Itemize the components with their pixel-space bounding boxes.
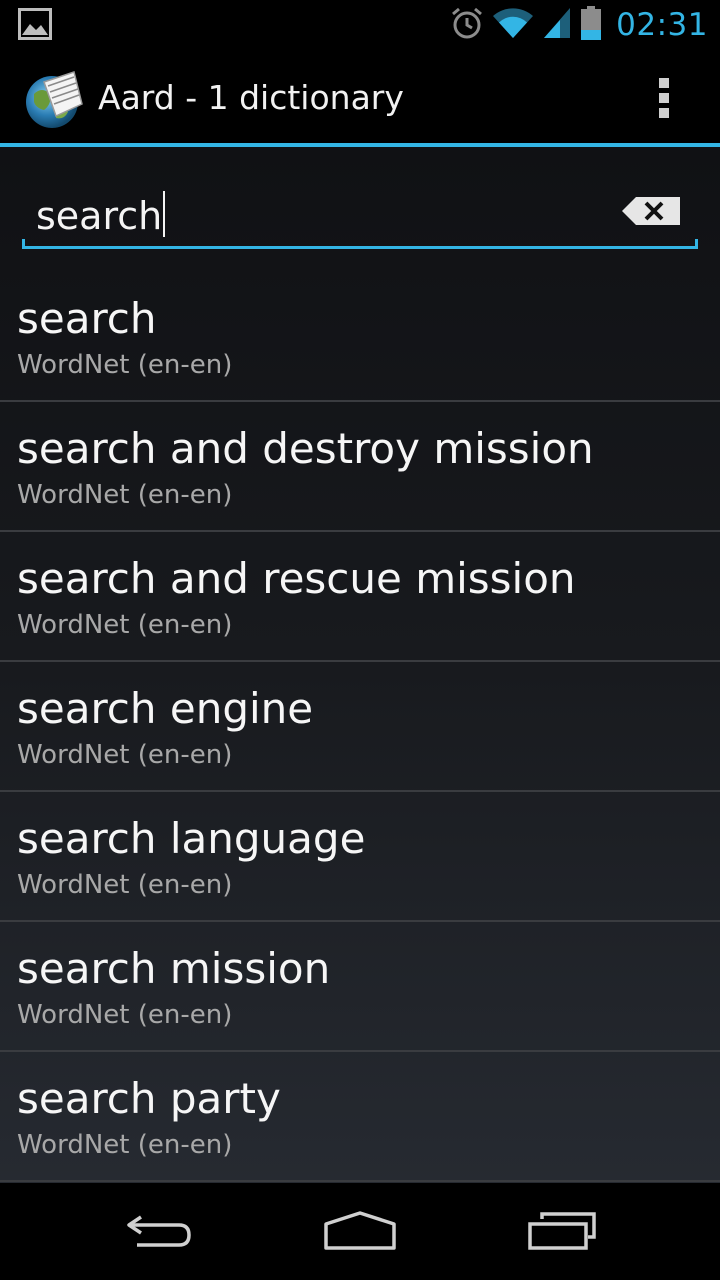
result-source: WordNet (en-en) <box>17 1130 233 1160</box>
alarm-icon <box>450 6 484 44</box>
aard-globe-book-icon[interactable] <box>22 64 88 130</box>
result-word: search language <box>17 814 366 863</box>
result-source: WordNet (en-en) <box>17 740 233 770</box>
home-icon[interactable] <box>300 1201 420 1261</box>
result-word: search and rescue mission <box>17 554 576 603</box>
result-source: WordNet (en-en) <box>17 1000 233 1030</box>
result-word: search party <box>17 1074 281 1123</box>
clear-text-icon[interactable] <box>622 195 684 227</box>
recent-apps-icon[interactable] <box>502 1201 622 1261</box>
action-bar: Aard - 1 dictionary <box>0 50 720 143</box>
search-underline-right-tick <box>695 239 698 249</box>
list-item[interactable]: search and destroy mission WordNet (en-e… <box>0 402 720 532</box>
list-item[interactable]: search engine WordNet (en-en) <box>0 662 720 792</box>
search-underline-left-tick <box>22 239 25 249</box>
picture-notification-icon <box>18 8 52 44</box>
list-item[interactable]: search mission WordNet (en-en) <box>0 922 720 1052</box>
search-input[interactable]: search <box>36 191 166 238</box>
search-underline <box>22 246 698 249</box>
result-source: WordNet (en-en) <box>17 870 233 900</box>
list-item[interactable]: search language WordNet (en-en) <box>0 792 720 922</box>
cell-signal-icon <box>542 6 572 44</box>
list-item[interactable]: search and rescue mission WordNet (en-en… <box>0 532 720 662</box>
navigation-bar <box>0 1183 720 1280</box>
status-bar: 02:31 <box>0 0 720 50</box>
app-title: Aard - 1 dictionary <box>98 78 404 117</box>
text-caret <box>163 191 166 237</box>
list-item[interactable]: search party WordNet (en-en) <box>0 1052 720 1182</box>
search-input-value: search <box>36 194 163 238</box>
results-list: search WordNet (en-en) search and destro… <box>0 272 720 1182</box>
result-source: WordNet (en-en) <box>17 350 233 380</box>
back-icon[interactable] <box>100 1201 220 1261</box>
content-area: search search WordNet (en-en) search and… <box>0 147 720 1183</box>
result-word: search <box>17 294 157 343</box>
search-field[interactable]: search <box>22 187 698 249</box>
battery-icon <box>580 5 602 45</box>
wifi-icon <box>492 6 534 44</box>
result-word: search engine <box>17 684 314 733</box>
result-source: WordNet (en-en) <box>17 480 233 510</box>
result-source: WordNet (en-en) <box>17 610 233 640</box>
list-item[interactable]: search WordNet (en-en) <box>0 272 720 402</box>
status-icons: 02:31 <box>450 0 708 50</box>
result-word: search and destroy mission <box>17 424 594 473</box>
result-word: search mission <box>17 944 331 993</box>
overflow-menu-icon[interactable] <box>650 76 680 120</box>
clock: 02:31 <box>616 7 708 43</box>
